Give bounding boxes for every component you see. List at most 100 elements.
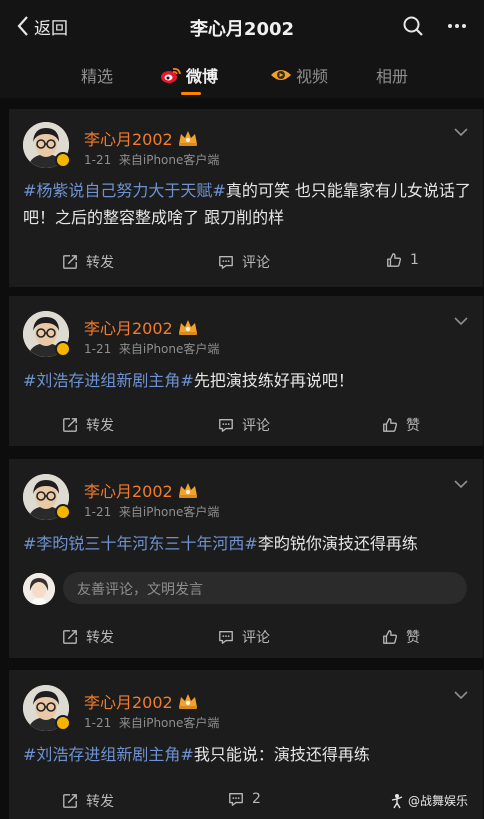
post-body: 李昀锐你演技还得再练 [257, 534, 418, 553]
repost-label: 转发 [86, 255, 114, 271]
tab-album[interactable]: 相册 [376, 62, 408, 88]
comment-button[interactable]: 评论 [218, 252, 270, 272]
repost-label: 转发 [86, 630, 114, 646]
post-source: 来自iPhone客户端 [118, 716, 220, 730]
comment-icon [218, 417, 234, 433]
search-icon[interactable] [402, 15, 424, 37]
verified-badge-icon [55, 504, 71, 520]
tab-label: 相册 [376, 67, 409, 86]
like-button[interactable]: 赞 [382, 627, 420, 647]
nav-bar: 返回 李心月2002 [0, 0, 484, 52]
topic-link[interactable]: #刘浩存进组新剧主角# [23, 371, 194, 390]
weibo-logo-icon [161, 67, 181, 83]
repost-icon [62, 417, 78, 433]
chevron-down-icon[interactable] [453, 479, 469, 489]
username-text: 李心月2002 [84, 130, 173, 149]
chevron-down-icon[interactable] [453, 316, 469, 326]
post-text: #杨紫说自己努力大于天赋#真的可笑 也只能靠家有儿女说话了吧！之后的整容整成啥了… [23, 177, 473, 231]
comment-icon [228, 791, 244, 807]
username[interactable]: 李心月2002 [84, 315, 199, 339]
tab-label: 微博 [186, 67, 219, 86]
topic-link[interactable]: #刘浩存进组新剧主角# [23, 745, 194, 764]
more-icon[interactable] [446, 15, 468, 37]
crown-icon [177, 692, 199, 710]
post-card: 李心月2002 1-21 来自iPhone客户端 #杨紫说自己努力大于天赋#真的… [9, 109, 483, 287]
post-date: 1-21 [84, 716, 112, 730]
post-source: 来自iPhone客户端 [118, 153, 220, 167]
repost-button[interactable]: 转发 [62, 791, 114, 811]
chevron-left-icon [17, 16, 28, 36]
verified-badge-icon [55, 341, 71, 357]
post-body: 我只能说：演技还得再练 [193, 745, 370, 764]
post-meta: 1-21 来自iPhone客户端 [84, 151, 219, 168]
post-meta: 1-21 来自iPhone客户端 [84, 340, 219, 357]
watermark-text: @战舞娱乐 [408, 794, 469, 808]
post-body: 先把演技练好再说吧！ [193, 371, 354, 390]
tab-featured[interactable]: 精选 [81, 62, 113, 88]
verified-badge-icon [55, 152, 71, 168]
crown-icon [177, 318, 199, 336]
tab-video[interactable]: 视频 [270, 62, 328, 88]
thumbs-up-icon [382, 417, 398, 433]
verified-badge-icon [55, 715, 71, 731]
topic-link[interactable]: #李昀锐三十年河东三十年河西# [23, 534, 258, 553]
crown-icon [177, 129, 199, 147]
like-count: 1 [410, 252, 419, 268]
topic-link[interactable]: #杨紫说自己努力大于天赋# [23, 181, 226, 200]
comment-count: 2 [252, 791, 261, 807]
username-text: 李心月2002 [84, 693, 173, 712]
chevron-down-icon[interactable] [453, 690, 469, 700]
crown-icon [177, 481, 199, 499]
like-label: 赞 [406, 630, 420, 646]
thumbs-up-icon [382, 629, 398, 645]
repost-label: 转发 [86, 794, 114, 810]
repost-icon [62, 793, 78, 809]
comment-label: 评论 [242, 255, 270, 271]
repost-button[interactable]: 转发 [62, 252, 114, 272]
repost-icon [62, 629, 78, 645]
comment-button[interactable]: 评论 [218, 415, 270, 435]
username-text: 李心月2002 [84, 482, 173, 501]
post-text: #刘浩存进组新剧主角#我只能说：演技还得再练 [23, 741, 473, 768]
comment-placeholder: 友善评论，文明发言 [77, 582, 203, 598]
post-meta: 1-21 来自iPhone客户端 [84, 503, 219, 520]
username[interactable]: 李心月2002 [84, 126, 199, 150]
post-text: #刘浩存进组新剧主角#先把演技练好再说吧！ [23, 367, 473, 394]
tab-label: 视频 [296, 67, 329, 86]
repost-label: 转发 [86, 418, 114, 434]
repost-button[interactable]: 转发 [62, 627, 114, 647]
commenter-avatar-icon [23, 573, 55, 605]
like-button[interactable]: 1 [386, 252, 419, 268]
watermark: @战舞娱乐 [389, 792, 468, 809]
comment-label: 评论 [242, 418, 270, 434]
username[interactable]: 李心月2002 [84, 689, 199, 713]
comment-button[interactable]: 评论 [218, 627, 270, 647]
thumbs-up-icon [386, 252, 402, 268]
back-label: 返回 [34, 18, 68, 39]
commenter-avatar [23, 573, 55, 605]
comment-button[interactable]: 2 [228, 791, 261, 807]
username-text: 李心月2002 [84, 319, 173, 338]
comment-input[interactable]: 友善评论，文明发言 [63, 572, 467, 604]
video-eye-icon [271, 70, 291, 80]
post-card: 李心月2002 1-21 来自iPhone客户端 #李昀锐三十年河东三十年河西#… [9, 459, 483, 658]
repost-icon [62, 254, 78, 270]
dancer-logo-icon [391, 793, 403, 808]
chevron-down-icon[interactable] [453, 127, 469, 137]
like-label: 赞 [406, 418, 420, 434]
like-button[interactable]: 赞 [382, 415, 420, 435]
active-tab-indicator [181, 92, 201, 95]
comment-label: 评论 [242, 630, 270, 646]
username[interactable]: 李心月2002 [84, 478, 199, 502]
back-button[interactable]: 返回 [16, 14, 68, 39]
repost-button[interactable]: 转发 [62, 415, 114, 435]
post-date: 1-21 [84, 505, 112, 519]
post-date: 1-21 [84, 342, 112, 356]
post-source: 来自iPhone客户端 [118, 505, 220, 519]
comment-icon [218, 629, 234, 645]
profile-tabs: 精选 微博 视频 相册 [0, 52, 484, 98]
tab-weibo[interactable]: 微博 [160, 62, 218, 88]
comment-icon [218, 254, 234, 270]
post-source: 来自iPhone客户端 [118, 342, 220, 356]
post-date: 1-21 [84, 153, 112, 167]
